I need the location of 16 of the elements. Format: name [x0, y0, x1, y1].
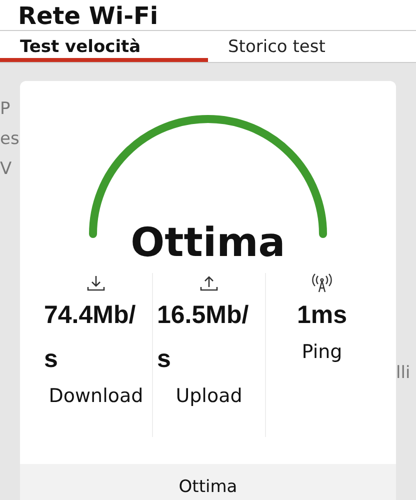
footer-text: Ottima	[178, 477, 238, 499]
background-text: lli	[396, 363, 412, 383]
background-text: V	[0, 159, 13, 179]
stat-label: Ping	[300, 341, 344, 363]
stat-label: Download	[48, 385, 144, 407]
stat-value: 16.5Mb/s	[157, 300, 250, 375]
stat-value: 1ms	[296, 300, 348, 331]
rating-text: Ottima	[130, 219, 286, 267]
antenna-icon	[311, 273, 333, 293]
stat-value: 74.4Mb/s	[44, 300, 137, 375]
tab[interactable]: Storico test	[208, 31, 416, 62]
background-text: es	[0, 129, 20, 149]
background-text: P	[0, 99, 12, 119]
stat-label: Upload	[174, 385, 244, 407]
page-title: Rete Wi-Fi	[18, 2, 158, 30]
download-icon	[85, 273, 107, 293]
